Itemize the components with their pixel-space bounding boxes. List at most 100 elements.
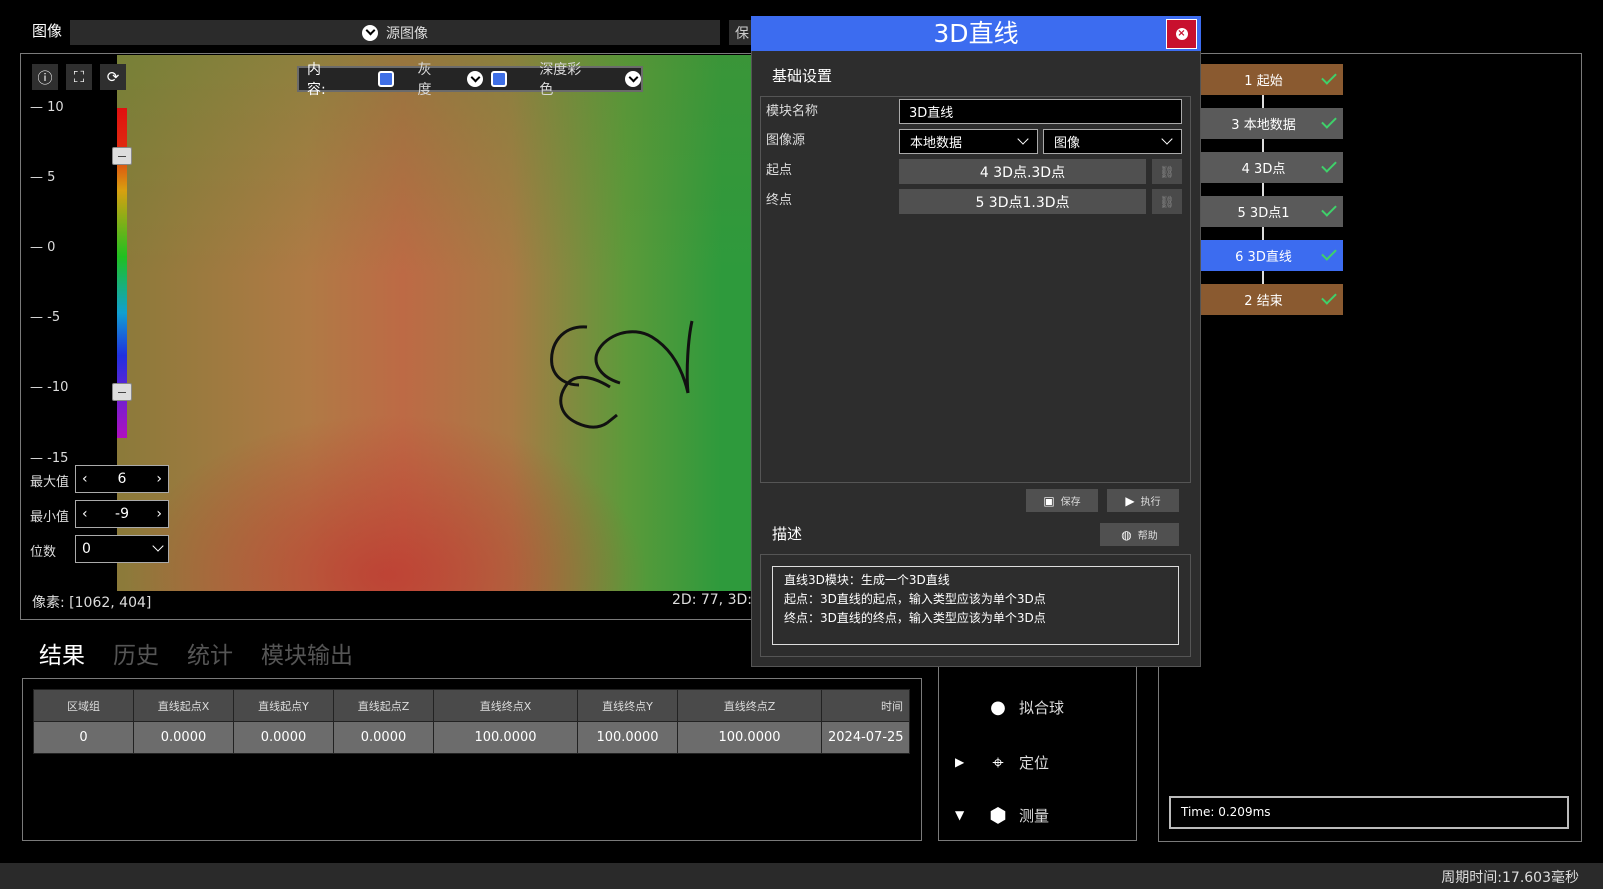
content-label: 内容: [307, 62, 326, 98]
max-value: 6 [117, 471, 127, 487]
image-source-select[interactable]: 本地数据 [899, 129, 1038, 154]
column-header[interactable]: 时间 [821, 689, 910, 722]
basic-settings-title: 基础设置 [772, 67, 833, 85]
colorbar-tick: — -15 [30, 451, 69, 466]
description-title: 描述 [772, 525, 803, 543]
flow-node-3d-point1[interactable]: 5 3D点1 [1184, 196, 1343, 227]
tab-module-output[interactable]: 模块输出 [261, 636, 353, 670]
flow-node-label: 2 结束 [1244, 294, 1283, 309]
table-cell: 100.0000 [577, 721, 678, 754]
depth-color-dropdown-icon[interactable] [625, 71, 642, 87]
refresh-icon[interactable]: ⟳ [100, 64, 126, 90]
column-header[interactable]: 直线终点Y [577, 689, 678, 722]
link-icon[interactable]: ⛓ [1152, 159, 1182, 184]
check-icon [1321, 113, 1337, 129]
flow-node-label: 1 起始 [1244, 74, 1283, 89]
column-header[interactable]: 直线终点X [433, 689, 578, 722]
help-label: 帮助 [1137, 531, 1158, 542]
help-button[interactable]: ◍ 帮助 [1100, 523, 1179, 546]
chevron-left-icon[interactable]: ‹ [82, 506, 88, 522]
check-icon [1321, 245, 1337, 261]
colorbar-tick: — 5 [30, 170, 56, 185]
max-value-label: 最大值 [30, 475, 70, 490]
table-header-row: 区域组 直线起点X 直线起点Y 直线起点Z 直线终点X 直线终点Y 直线终点Z … [33, 689, 910, 722]
info-icon[interactable]: ⓘ [32, 64, 58, 90]
flow-node-local-data[interactable]: 3 本地数据 [1184, 108, 1343, 139]
table-cell: 0.0000 [333, 721, 434, 754]
link-icon[interactable]: ⛓ [1152, 189, 1182, 214]
tool-label: 定位 [1019, 753, 1050, 772]
gray-dropdown-icon[interactable] [467, 71, 484, 87]
gray-checkbox[interactable] [377, 71, 394, 87]
crosshair-icon: ⌖ [992, 750, 1004, 774]
expand-arrow[interactable]: ▼ [955, 808, 977, 822]
close-button[interactable]: × [1166, 19, 1197, 49]
flow-connector [1262, 95, 1264, 108]
settings-form [760, 96, 1191, 483]
start-point-field[interactable]: 4 3D点.3D点 [899, 159, 1146, 184]
tool-fit-sphere[interactable]: ● 拟合球 [955, 697, 1064, 718]
chevron-down-icon [152, 540, 164, 552]
fit-screen-icon[interactable]: ⛶ [66, 64, 92, 90]
results-tabs: 结果 历史 统计 模块输出 [39, 636, 353, 670]
min-value-label: 最小值 [30, 510, 70, 525]
status-bar [0, 863, 1603, 889]
colorbar-max-handle[interactable] [112, 147, 132, 165]
image-source-value: 本地数据 [910, 136, 963, 151]
module-name-input[interactable]: 3D直线 [899, 99, 1182, 124]
handwritten-mark [594, 320, 694, 394]
execution-time: Time: 0.209ms [1169, 796, 1569, 829]
colorbar-tick: — 0 [30, 240, 56, 255]
chevron-right-icon[interactable]: › [156, 471, 162, 487]
fit-sphere-icon: ● [990, 697, 1006, 718]
flow-node-3d-line[interactable]: 6 3D直线 [1184, 240, 1343, 271]
run-button[interactable]: ▶ 执行 [1107, 489, 1179, 512]
flow-connector [1262, 271, 1264, 284]
save-button[interactable]: ▣ 保存 [1026, 489, 1098, 512]
digits-select[interactable]: 0 [75, 535, 169, 563]
tab-statistics[interactable]: 统计 [187, 636, 233, 670]
chevron-down-icon [1017, 132, 1029, 145]
end-point-field[interactable]: 5 3D点1.3D点 [899, 189, 1146, 214]
flow-connector [1262, 183, 1264, 196]
chevron-right-icon[interactable]: › [156, 506, 162, 522]
tool-measure[interactable]: ▼ ⬢ 测量 [955, 803, 1049, 827]
start-point-label: 起点 [766, 163, 793, 178]
max-value-stepper[interactable]: ‹ 6 › [75, 465, 169, 493]
flow-node-label: 6 3D直线 [1235, 250, 1292, 265]
coordinate-status: 2D: 77, 3D: [672, 592, 752, 608]
flow-node-end[interactable]: 2 结束 [1184, 284, 1343, 315]
tool-label: 拟合球 [1019, 699, 1065, 717]
pixel-status: 像素: [1062, 404] [32, 595, 152, 611]
image-select[interactable]: 图像 [1043, 129, 1182, 154]
min-value-stepper[interactable]: ‹ -9 › [75, 500, 169, 528]
tool-locate[interactable]: ▶ ⌖ 定位 [955, 750, 1049, 774]
column-header[interactable]: 直线终点Z [677, 689, 822, 722]
flow-node-start[interactable]: 1 起始 [1184, 64, 1343, 95]
expand-arrow[interactable]: ▶ [955, 755, 977, 769]
cycle-time: 周期时间:17.603毫秒 [1441, 870, 1579, 886]
min-value: -9 [115, 506, 129, 522]
flow-node-label: 4 3D点 [1241, 162, 1286, 177]
column-header[interactable]: 直线起点Y [233, 689, 334, 722]
table-cell: 0.0000 [233, 721, 334, 754]
description-line: 终点：3D直线的终点，输入类型应该为单个3D点 [784, 611, 1046, 625]
source-image-selector[interactable]: 源图像 [70, 20, 720, 45]
depth-color-checkbox[interactable] [491, 71, 508, 87]
tab-history[interactable]: 历史 [113, 636, 159, 670]
column-header[interactable]: 区域组 [33, 689, 134, 722]
play-icon: ▶ [1125, 493, 1135, 508]
column-header[interactable]: 直线起点X [133, 689, 234, 722]
flow-node-3d-point[interactable]: 4 3D点 [1184, 152, 1343, 183]
colorbar-tick: — -10 [30, 380, 69, 395]
save-icon: ▣ [1043, 493, 1055, 508]
dialog-title[interactable]: 3D直线 [751, 16, 1201, 51]
description-line: 直线3D模块：生成一个3D直线 [784, 573, 950, 587]
tab-results[interactable]: 结果 [39, 636, 85, 670]
colorbar-min-handle[interactable] [112, 383, 132, 401]
image-source-label: 图像源 [766, 133, 806, 148]
digits-value: 0 [82, 541, 91, 557]
table-row[interactable]: 0 0.0000 0.0000 0.0000 100.0000 100.0000… [33, 721, 910, 754]
chevron-left-icon[interactable]: ‹ [82, 471, 88, 487]
column-header[interactable]: 直线起点Z [333, 689, 434, 722]
